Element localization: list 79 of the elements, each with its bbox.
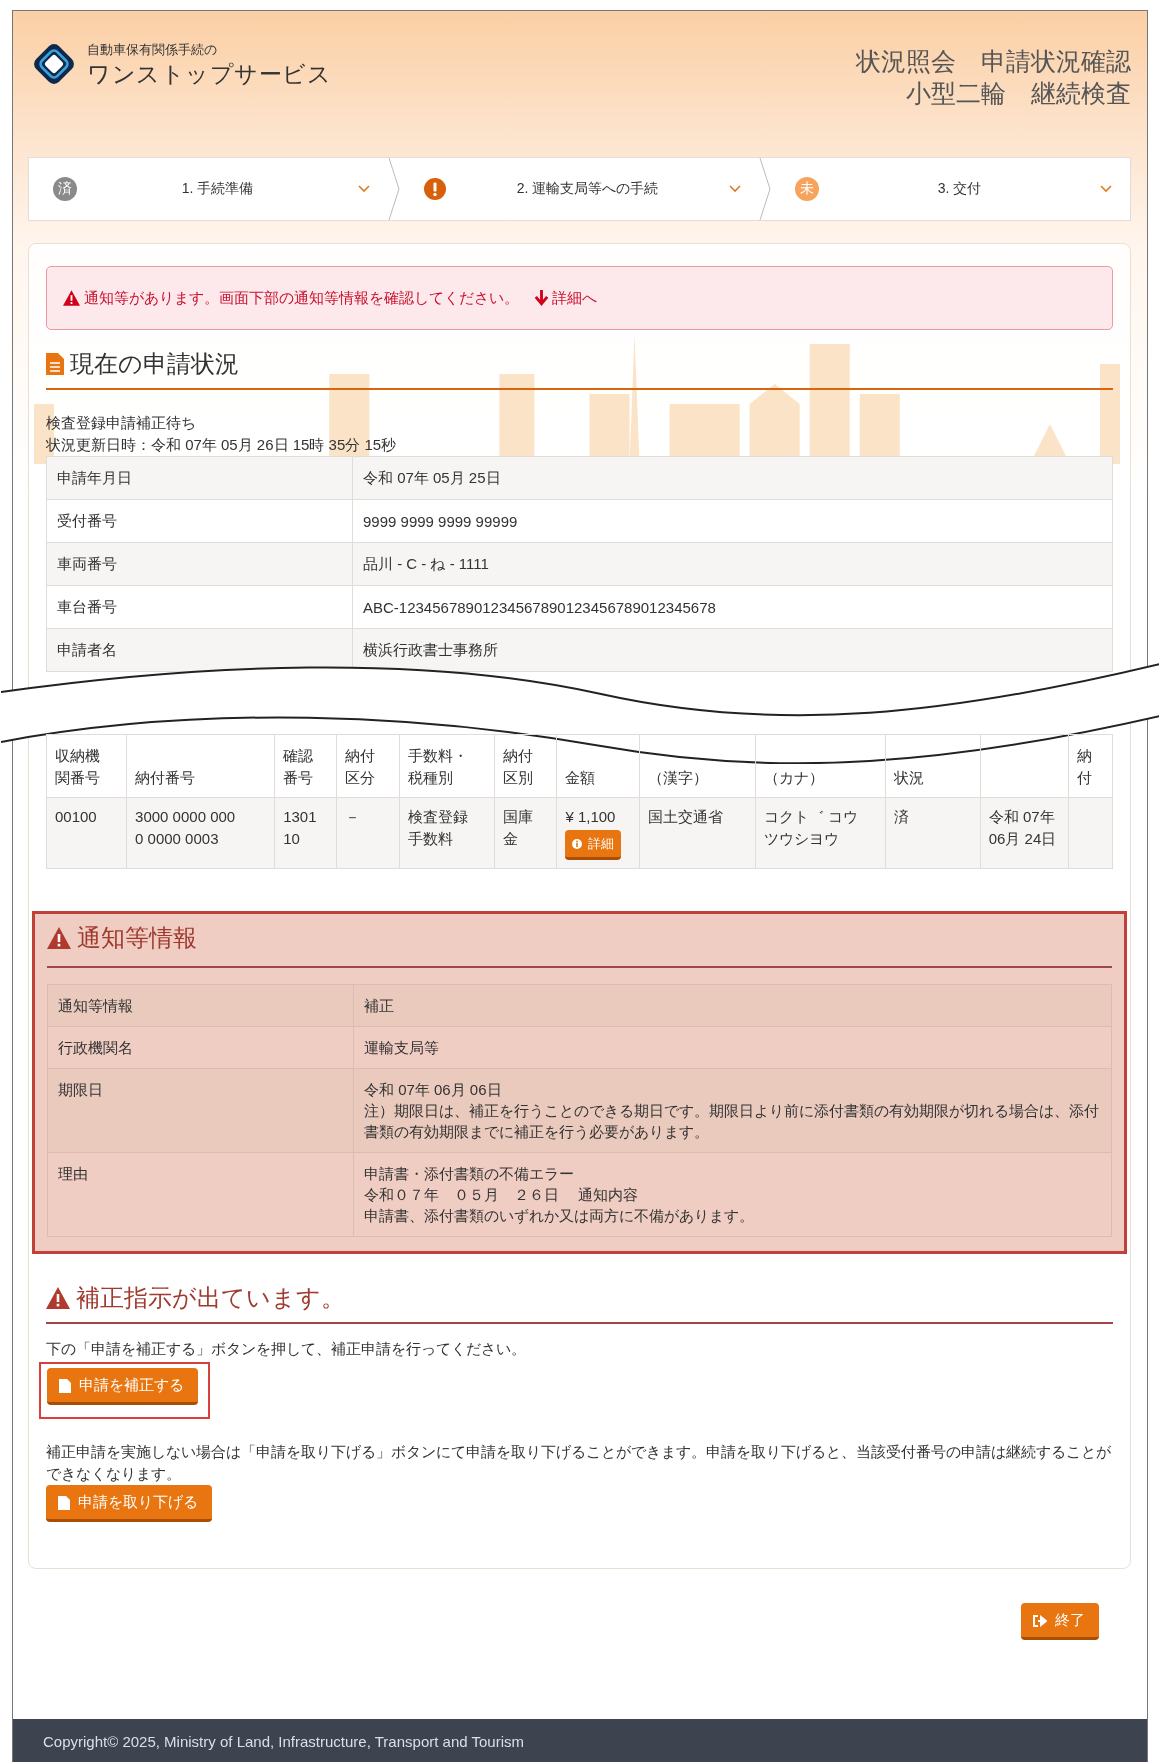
chevron-divider	[759, 158, 771, 220]
instruction-text: 下の「申請を補正する」ボタンを押して、補正申請を行ってください。	[46, 1339, 527, 1359]
pending-badge: 未	[795, 177, 819, 201]
table-cell-text: 3000 0000 000 0 0000 0003	[135, 807, 236, 849]
correct-button[interactable]: 申請を補正する	[47, 1368, 198, 1405]
table-cell-text: 国土交通省	[648, 807, 724, 827]
table-cell-text: 国庫金	[503, 807, 535, 849]
status-text: 検査登録申請補正待ち	[46, 413, 197, 433]
table-cell-text: 令和 07年 06月 24日	[988, 807, 1058, 849]
withdraw-button[interactable]: 申請を取り下げる	[46, 1485, 212, 1522]
table-cell-text: ¥ 1,100	[565, 807, 617, 827]
table-cell: ABC-12345678901234567890123456789012345678	[352, 585, 1113, 629]
done-badge: 済	[53, 177, 77, 201]
warning-icon	[46, 1287, 70, 1309]
document-icon	[58, 1495, 70, 1510]
exit-icon	[1033, 1614, 1047, 1627]
warning-icon	[47, 927, 71, 949]
table-cell-text: 注）期限日は、補正を行うことのできる期日です。期限日より前に添付書類の有効期限が切れる場合は、添付書類の有効期限までに補正を行う必要があります。	[364, 1101, 1100, 1142]
table-cell-text: 運輸支局等	[364, 1038, 440, 1058]
chevron-down-icon	[729, 185, 741, 193]
info-icon	[572, 839, 583, 849]
page-title: 小型二輪 継続検査	[906, 78, 1131, 109]
table-cell: 車台番号	[46, 585, 353, 629]
section-title: 現在の申請状況	[70, 349, 239, 379]
column-header: （漢字）	[648, 768, 709, 788]
column-header: 収納機関番号	[55, 746, 101, 788]
table-cell-text: －	[345, 807, 361, 827]
step-tab[interactable]: 未 3. 交付	[771, 158, 1130, 220]
table-cell-text: 1301 10	[283, 807, 317, 849]
chevron-down-icon	[1100, 185, 1112, 193]
table-cell-text: 令和０７年 ０５月 ２６日 通知内容	[364, 1185, 640, 1205]
document-icon	[46, 353, 64, 375]
column-header: 金額	[565, 768, 596, 788]
column-header: 納付番号	[135, 768, 196, 788]
table-cell: 理由	[47, 1152, 354, 1237]
column-header: 納付区分	[345, 746, 377, 788]
withdraw-text: 補正申請を実施しない場合は「申請を取り下げる」ボタンにて申請を取り下げることができます。申請を取り下げると、当該受付番号の申請は継続することができなくなります。	[46, 1442, 1112, 1484]
table-cell: 申請年月日	[46, 456, 353, 500]
arrow-down-icon	[533, 290, 550, 306]
exclamation-icon	[424, 178, 446, 200]
details-button[interactable]: 詳細	[565, 830, 622, 860]
table-cell-text: 済	[893, 807, 909, 827]
copyright-text: Copyright© 2025, Ministry of Land, Infrastructure, Transport and Tourism	[43, 1732, 524, 1750]
step-tab[interactable]: 済 1. 手続準備	[29, 158, 388, 220]
table-cell: 令和 07年 05月 25日	[352, 456, 1113, 500]
logo-title: ワンストップサービス	[87, 60, 331, 89]
logo-subtitle: 自動車保有関係手続の	[87, 41, 218, 59]
table-cell-text: 申請書・添付書類の不備エラー	[364, 1164, 575, 1184]
table-cell-text: 検査登録手数料	[408, 807, 470, 849]
table-cell: 9999 9999 9999 99999	[352, 499, 1113, 543]
page-title: 状況照会 申請状況確認	[856, 46, 1131, 77]
section-title: 通知等情報	[77, 923, 197, 953]
table-cell-text: 令和 07年 06月 06日	[364, 1080, 503, 1100]
alert-message: 通知等があります。画面下部の通知等情報を確認してください。	[84, 288, 519, 308]
exit-button[interactable]: 終了	[1021, 1603, 1099, 1640]
table-cell: 受付番号	[46, 499, 353, 543]
details-link[interactable]: 詳細へ	[533, 288, 597, 308]
column-header: 状況	[893, 768, 924, 788]
column-header: （カナ）	[763, 768, 824, 788]
chevron-divider	[388, 158, 400, 220]
step-tab[interactable]: 2. 運輸支局等への手続	[400, 158, 759, 220]
update-time: 状況更新日時：令和 07年 05月 26日 15時 35分 15秒	[46, 435, 398, 455]
section-title: 補正指示が出ています。	[76, 1283, 345, 1313]
table-cell: 行政機関名	[47, 1026, 354, 1069]
chevron-down-icon	[358, 185, 370, 193]
table-cell: 期限日	[47, 1068, 354, 1153]
column-header: 納付区別	[503, 746, 535, 788]
column-header: 確認番号	[283, 746, 315, 788]
document-icon	[59, 1378, 71, 1393]
table-cell-text: コクト゛ コウツウシヨウ	[763, 807, 859, 849]
warning-icon	[63, 290, 80, 306]
table-cell: 品川 - C - ね - 1111	[352, 542, 1113, 586]
table-cell-text: 申請書、添付書類のいずれか又は両方に不備があります。	[364, 1206, 755, 1226]
table-cell: 通知等情報	[47, 984, 354, 1027]
column-header: 手数料・税種別	[408, 746, 470, 788]
table-cell-text: 補正	[364, 996, 395, 1016]
table-cell: 車両番号	[46, 542, 353, 586]
column-header: 納付	[1076, 746, 1093, 788]
table-cell-text: 00100	[55, 807, 97, 827]
